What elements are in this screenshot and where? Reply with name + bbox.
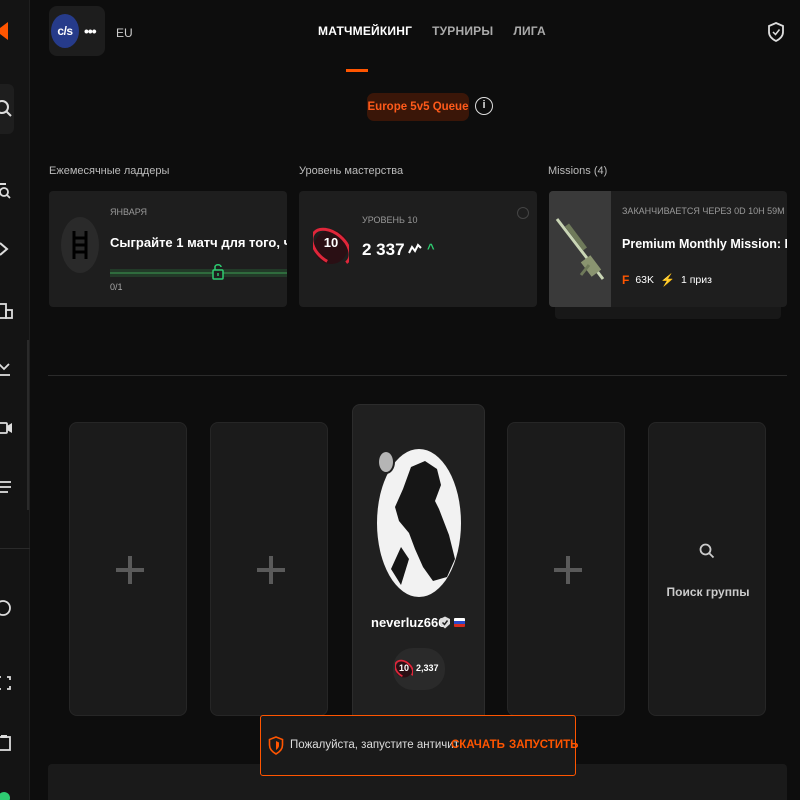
faceit-logo-icon[interactable] [0, 22, 8, 40]
mission-title: Premium Monthly Mission: Re... [622, 237, 787, 251]
plus-icon [257, 556, 285, 584]
prize-icon: ⚡ [660, 273, 675, 287]
sidebar-divider [0, 548, 30, 549]
download-button[interactable]: СКАЧАТЬ [451, 739, 505, 751]
video-icon[interactable] [0, 418, 14, 438]
lock-icon [212, 264, 224, 280]
missions-title[interactable]: Missions (4) [548, 165, 607, 177]
invite-slot-1[interactable] [69, 422, 187, 716]
anticheat-shield-icon [268, 736, 284, 755]
active-tab-indicator [346, 69, 368, 72]
trend-icon [408, 243, 422, 254]
card-info-icon[interactable] [517, 207, 529, 219]
invite-slot-3[interactable] [507, 422, 625, 716]
tab-league[interactable]: ЛИГА [513, 24, 546, 38]
verified-icon [440, 616, 450, 629]
list-icon[interactable] [0, 477, 14, 497]
toast-message: Пожалуйста, запустите античит [290, 739, 459, 751]
ladder-card[interactable]: ЯНВАРЯ Сыграйте 1 матч для того, чтобы 0… [49, 191, 287, 307]
tab-tournaments[interactable]: ТУРНИРЫ [432, 24, 493, 38]
globe-icon[interactable] [0, 598, 14, 618]
ladder-progress-text: 0/1 [110, 282, 123, 292]
player-level-badge: 10 2,337 [393, 648, 445, 690]
ladder-progress-bar [110, 269, 287, 277]
level-number: 10 [323, 235, 339, 250]
faceit-points-icon: F [622, 273, 630, 287]
ladder-description: Сыграйте 1 матч для того, чтобы [110, 235, 287, 250]
missions-stack-shadow [555, 307, 781, 319]
mission-points: 63K [635, 274, 655, 286]
share-icon[interactable] [0, 673, 14, 693]
sidebar-scrollbar[interactable] [27, 340, 29, 510]
mission-prize: 1 приз [680, 274, 712, 286]
launch-button[interactable]: ЗАПУСТИТЬ [509, 739, 578, 751]
status-online-icon[interactable] [0, 784, 14, 800]
queue-selector[interactable]: Europe 5v5 Queue [367, 93, 469, 121]
mastery-card[interactable]: 10 УРОВЕНЬ 10 2 337 ^ [299, 191, 537, 307]
mastery-title: Уровень мастерства [299, 165, 404, 177]
arrow-up-icon: ^ [427, 241, 435, 256]
plus-icon [554, 556, 582, 584]
left-sidebar [0, 0, 30, 800]
mission-rewards: F 63K ⚡ 1 приз [622, 273, 712, 287]
plus-icon [116, 556, 144, 584]
download-icon[interactable] [0, 359, 14, 379]
mission-weapon-image [549, 191, 611, 307]
level-label: УРОВЕНЬ 10 [362, 215, 418, 225]
mission-card[interactable]: ЗАКАНЧИВАЕТСЯ ЧЕРЕЗ 0D 10H 59M Premium M… [549, 191, 787, 307]
player-elo: 2,337 [416, 663, 439, 673]
tab-matchmaking[interactable]: МАТЧМЕЙКИНГ [318, 24, 412, 38]
ladder-icon [61, 217, 99, 273]
player-name[interactable]: neverluz666 [371, 615, 445, 630]
invite-slot-2[interactable] [210, 422, 328, 716]
clipboard-icon[interactable] [0, 733, 14, 753]
flag-icon [454, 618, 465, 627]
ladders-title: Ежемесячные ладдеры [49, 165, 170, 177]
section-divider [48, 375, 787, 376]
find-party-label: Поиск группы [666, 585, 750, 599]
online-status-dot [377, 450, 395, 474]
mission-deadline: ЗАКАНЧИВАЕТСЯ ЧЕРЕЗ 0D 10H 59M [622, 206, 785, 216]
player-level: 10 [398, 663, 409, 673]
player-card[interactable]: neverluz666 10 2,337 [352, 404, 485, 734]
main-nav: МАТЧМЕЙКИНГ ТУРНИРЫ ЛИГА [318, 24, 546, 38]
avatar[interactable]: c/s [51, 14, 79, 48]
search-icon [699, 543, 715, 559]
anticheat-toast: Пожалуйста, запустите античит СКАЧАТЬ ЗА… [260, 715, 578, 776]
party-avatar-group[interactable]: c/s ••• [49, 6, 105, 56]
info-icon[interactable]: i [475, 97, 493, 115]
find-party-slot[interactable]: Поиск группы [648, 422, 766, 716]
elo-value: 2 337 [362, 240, 405, 259]
top-header: c/s ••• EU МАТЧМЕЙКИНГ ТУРНИРЫ ЛИГА [30, 0, 800, 72]
shield-icon[interactable] [767, 22, 785, 42]
buildings-icon[interactable] [0, 301, 14, 321]
ladder-month: ЯНВАРЯ [110, 207, 148, 217]
region-label[interactable]: EU [116, 26, 133, 40]
search-icon[interactable] [0, 99, 14, 119]
find-icon[interactable] [0, 180, 14, 200]
play-icon[interactable] [0, 239, 14, 259]
more-options-button[interactable]: ••• [84, 23, 97, 39]
